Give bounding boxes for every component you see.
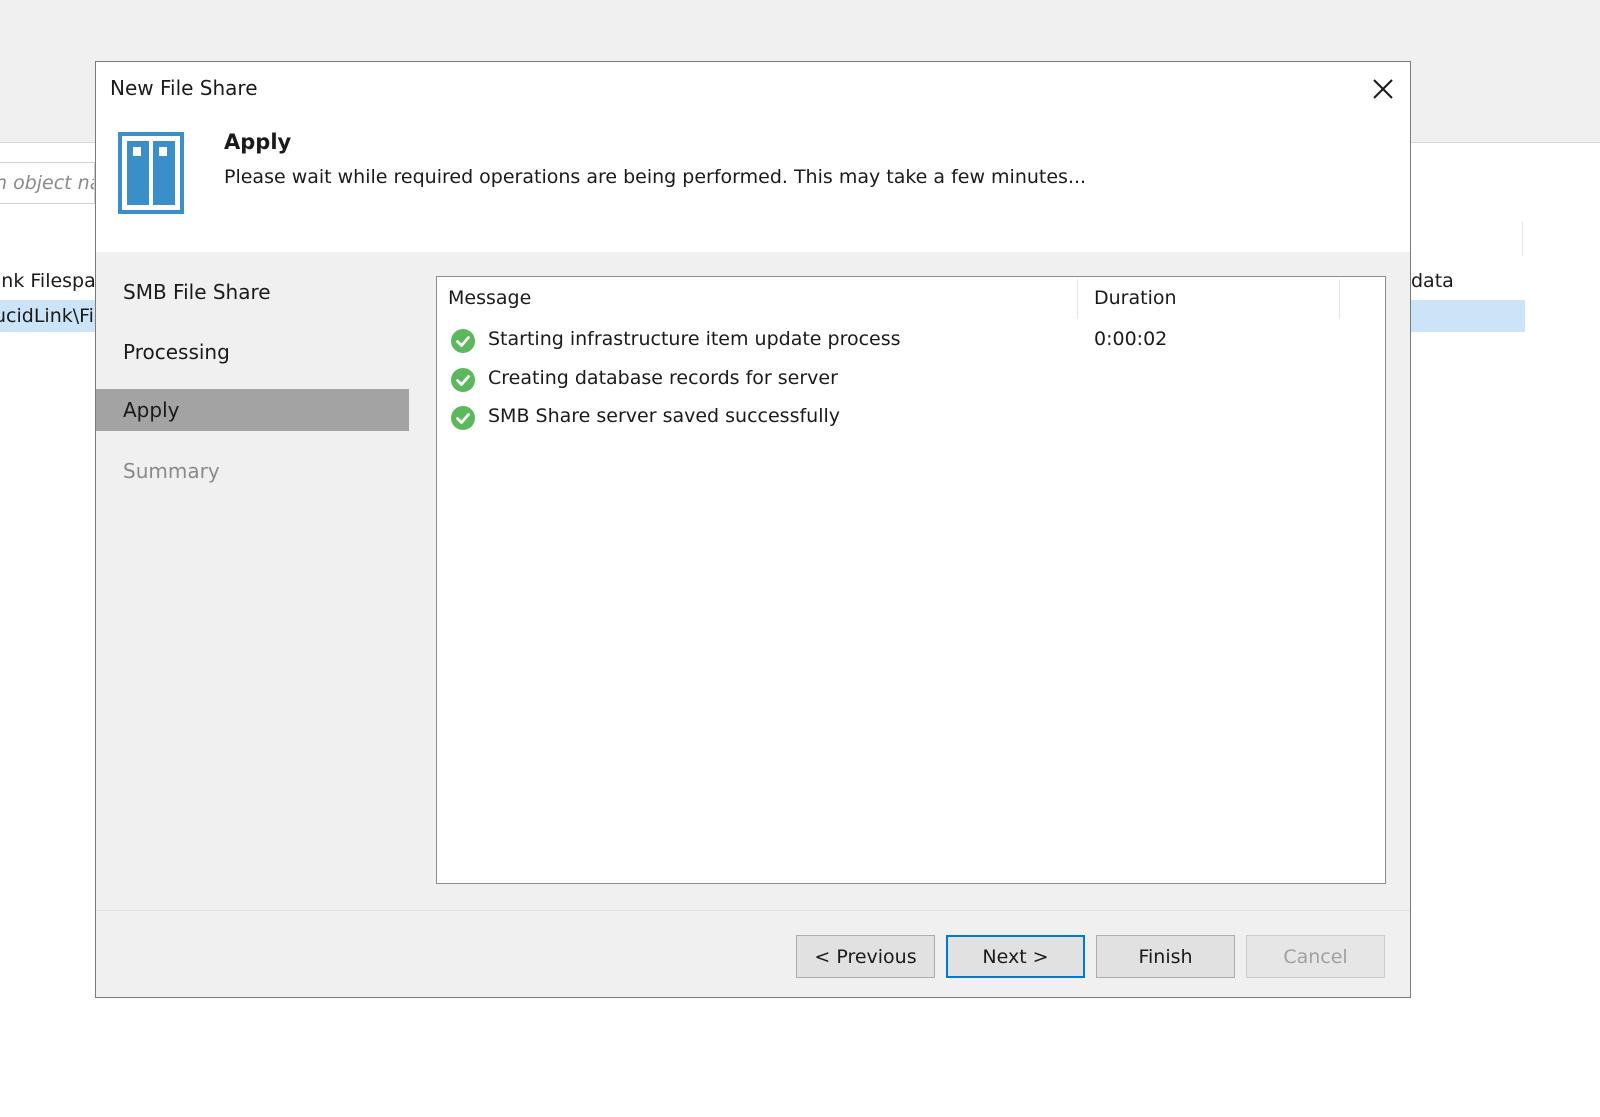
background-search-input[interactable]: n object na <box>0 162 95 204</box>
background-selected-row[interactable] <box>1410 300 1525 332</box>
background-list-item[interactable]: ink Filespa <box>0 266 95 296</box>
table-header: Message Duration <box>437 277 1385 319</box>
step-summary: Summary <box>123 459 220 483</box>
log-message: Creating database records for server <box>488 367 838 389</box>
background-column-header: data <box>1411 270 1454 292</box>
background-column-separator <box>1522 222 1523 256</box>
step-heading: Apply <box>224 130 292 154</box>
file-share-icon <box>118 132 184 214</box>
column-separator[interactable] <box>1077 279 1078 319</box>
step-description: Please wait while required operations ar… <box>224 166 1087 188</box>
check-circle-icon <box>451 368 475 392</box>
step-apply[interactable]: Apply <box>96 389 409 431</box>
column-header-message[interactable]: Message <box>448 287 531 309</box>
log-duration: 0:00:02 <box>1094 328 1168 350</box>
column-header-duration[interactable]: Duration <box>1094 287 1177 309</box>
dialog-title: New File Share <box>110 76 258 100</box>
operation-log-table[interactable]: Message Duration Starting infrastructure… <box>436 276 1386 884</box>
wizard-step-list: SMB File Share Processing Apply Summary <box>96 252 410 910</box>
previous-button[interactable]: < Previous <box>796 935 935 978</box>
table-row[interactable]: Creating database records for server <box>437 360 1385 398</box>
check-circle-icon <box>451 329 475 353</box>
table-row[interactable]: SMB Share server saved successfully <box>437 398 1385 436</box>
wizard-content: Message Duration Starting infrastructure… <box>410 252 1410 910</box>
dialog-footer: < Previous Next > Finish Cancel <box>96 910 1410 997</box>
close-icon <box>1373 79 1393 99</box>
log-message: SMB Share server saved successfully <box>488 405 841 427</box>
cancel-button: Cancel <box>1246 935 1385 978</box>
step-processing[interactable]: Processing <box>96 331 409 373</box>
log-message: Starting infrastructure item update proc… <box>488 328 901 350</box>
finish-button[interactable]: Finish <box>1096 935 1235 978</box>
next-button[interactable]: Next > <box>946 935 1085 978</box>
table-row[interactable]: Starting infrastructure item update proc… <box>437 321 1385 359</box>
step-smb-file-share[interactable]: SMB File Share <box>96 271 409 313</box>
new-file-share-dialog: New File Share Apply Please wait while r… <box>95 61 1411 998</box>
check-circle-icon <box>451 406 475 430</box>
background-list-item-selected[interactable]: ucidLink\Fi <box>0 300 95 332</box>
column-separator[interactable] <box>1339 279 1340 319</box>
close-button[interactable] <box>1366 72 1400 106</box>
